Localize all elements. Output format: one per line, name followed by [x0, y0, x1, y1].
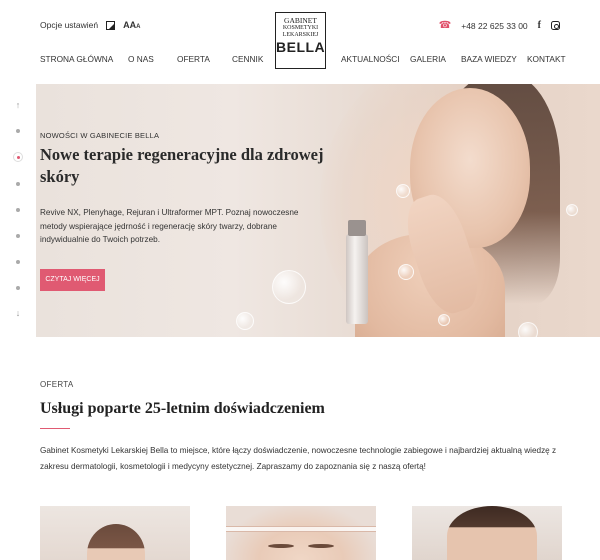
- font-size-toggle[interactable]: AAA: [123, 20, 140, 30]
- logo-line-2: KOSMETYKI: [282, 25, 319, 31]
- top-bar: Opcje ustawień AAA GABINET KOSMETYKI LEK…: [0, 0, 600, 69]
- section-title: Usługi poparte 25-letnim doświadczeniem: [40, 400, 325, 417]
- nav-item-home[interactable]: STRONA GŁÓWNA: [40, 54, 113, 64]
- offer-card[interactable]: [412, 506, 562, 560]
- logo-line-4: BELLA: [276, 39, 326, 55]
- offer-card[interactable]: [40, 506, 190, 560]
- section-divider: [40, 428, 70, 429]
- offer-card-headband: [226, 526, 376, 532]
- slider-dot[interactable]: [16, 182, 20, 186]
- hero-text: Revive NX, Plenyhage, Rejuran i Ultrafor…: [40, 208, 299, 244]
- nav-item-about[interactable]: O NAS: [128, 54, 154, 64]
- hero-serum-bottle: [346, 220, 368, 324]
- slider-down-arrow-icon[interactable]: ↓: [12, 308, 24, 318]
- phone-icon: ☎: [438, 20, 452, 31]
- slider-dot[interactable]: [16, 286, 20, 290]
- offer-card-eyebrow: [308, 544, 334, 548]
- slider-dot[interactable]: [16, 129, 20, 133]
- settings-options[interactable]: Opcje ustawień AAA: [40, 20, 140, 30]
- hero-bubble: [398, 264, 414, 280]
- instagram-icon[interactable]: [551, 21, 560, 30]
- nav-item-gallery[interactable]: GALERIA: [410, 54, 446, 64]
- nav-item-offer[interactable]: OFERTA: [177, 54, 210, 64]
- facebook-icon[interactable]: f: [538, 20, 541, 31]
- hero-bubble: [566, 204, 578, 216]
- nav-item-contact[interactable]: KONTAKT: [527, 54, 566, 64]
- settings-options-label[interactable]: Opcje ustawień: [40, 20, 98, 30]
- section-text: Gabinet Kosmetyki Lekarskiej Bella to mi…: [40, 446, 557, 471]
- logo-line-1: GABINET: [284, 16, 317, 25]
- hero-bubble: [236, 312, 254, 330]
- slider-dot[interactable]: [16, 260, 20, 264]
- hero-bubble: [396, 184, 410, 198]
- offer-card-eyebrow: [268, 544, 294, 548]
- contrast-icon[interactable]: [106, 20, 116, 30]
- nav-item-news[interactable]: AKTUALNOŚCI: [341, 54, 400, 64]
- slider-dot[interactable]: [16, 234, 20, 238]
- slider-up-arrow-icon[interactable]: ↑: [12, 100, 24, 110]
- slider-dot-active[interactable]: [13, 152, 23, 162]
- slider-dot[interactable]: [16, 208, 20, 212]
- offer-card-image: [87, 524, 145, 560]
- phone-number[interactable]: +48 22 625 33 00: [461, 21, 527, 31]
- offer-card[interactable]: [226, 506, 376, 560]
- hero-bubble: [438, 314, 450, 326]
- hero-pretitle: NOWOŚCI W GABINECIE BELLA: [40, 131, 160, 140]
- hero-bubble: [518, 322, 538, 337]
- hero-bubble: [272, 270, 306, 304]
- contact-bar: ☎ +48 22 625 33 00 f: [439, 20, 560, 31]
- section-label: OFERTA: [40, 380, 74, 389]
- logo-line-3: LEKARSKIEJ: [282, 32, 319, 38]
- nav-item-pricing[interactable]: CENNIK: [232, 54, 263, 64]
- offer-card-image: [226, 506, 376, 560]
- offer-card-image: [447, 506, 537, 560]
- read-more-button[interactable]: CZYTAJ WIĘCEJ: [40, 269, 105, 291]
- nav-item-knowledge[interactable]: BAZA WIEDZY: [461, 54, 517, 64]
- hero-title: Nowe terapie regeneracyjne dla zdrowej s…: [40, 145, 324, 186]
- main-nav: STRONA GŁÓWNA O NAS OFERTA CENNIK AKTUAL…: [0, 54, 600, 68]
